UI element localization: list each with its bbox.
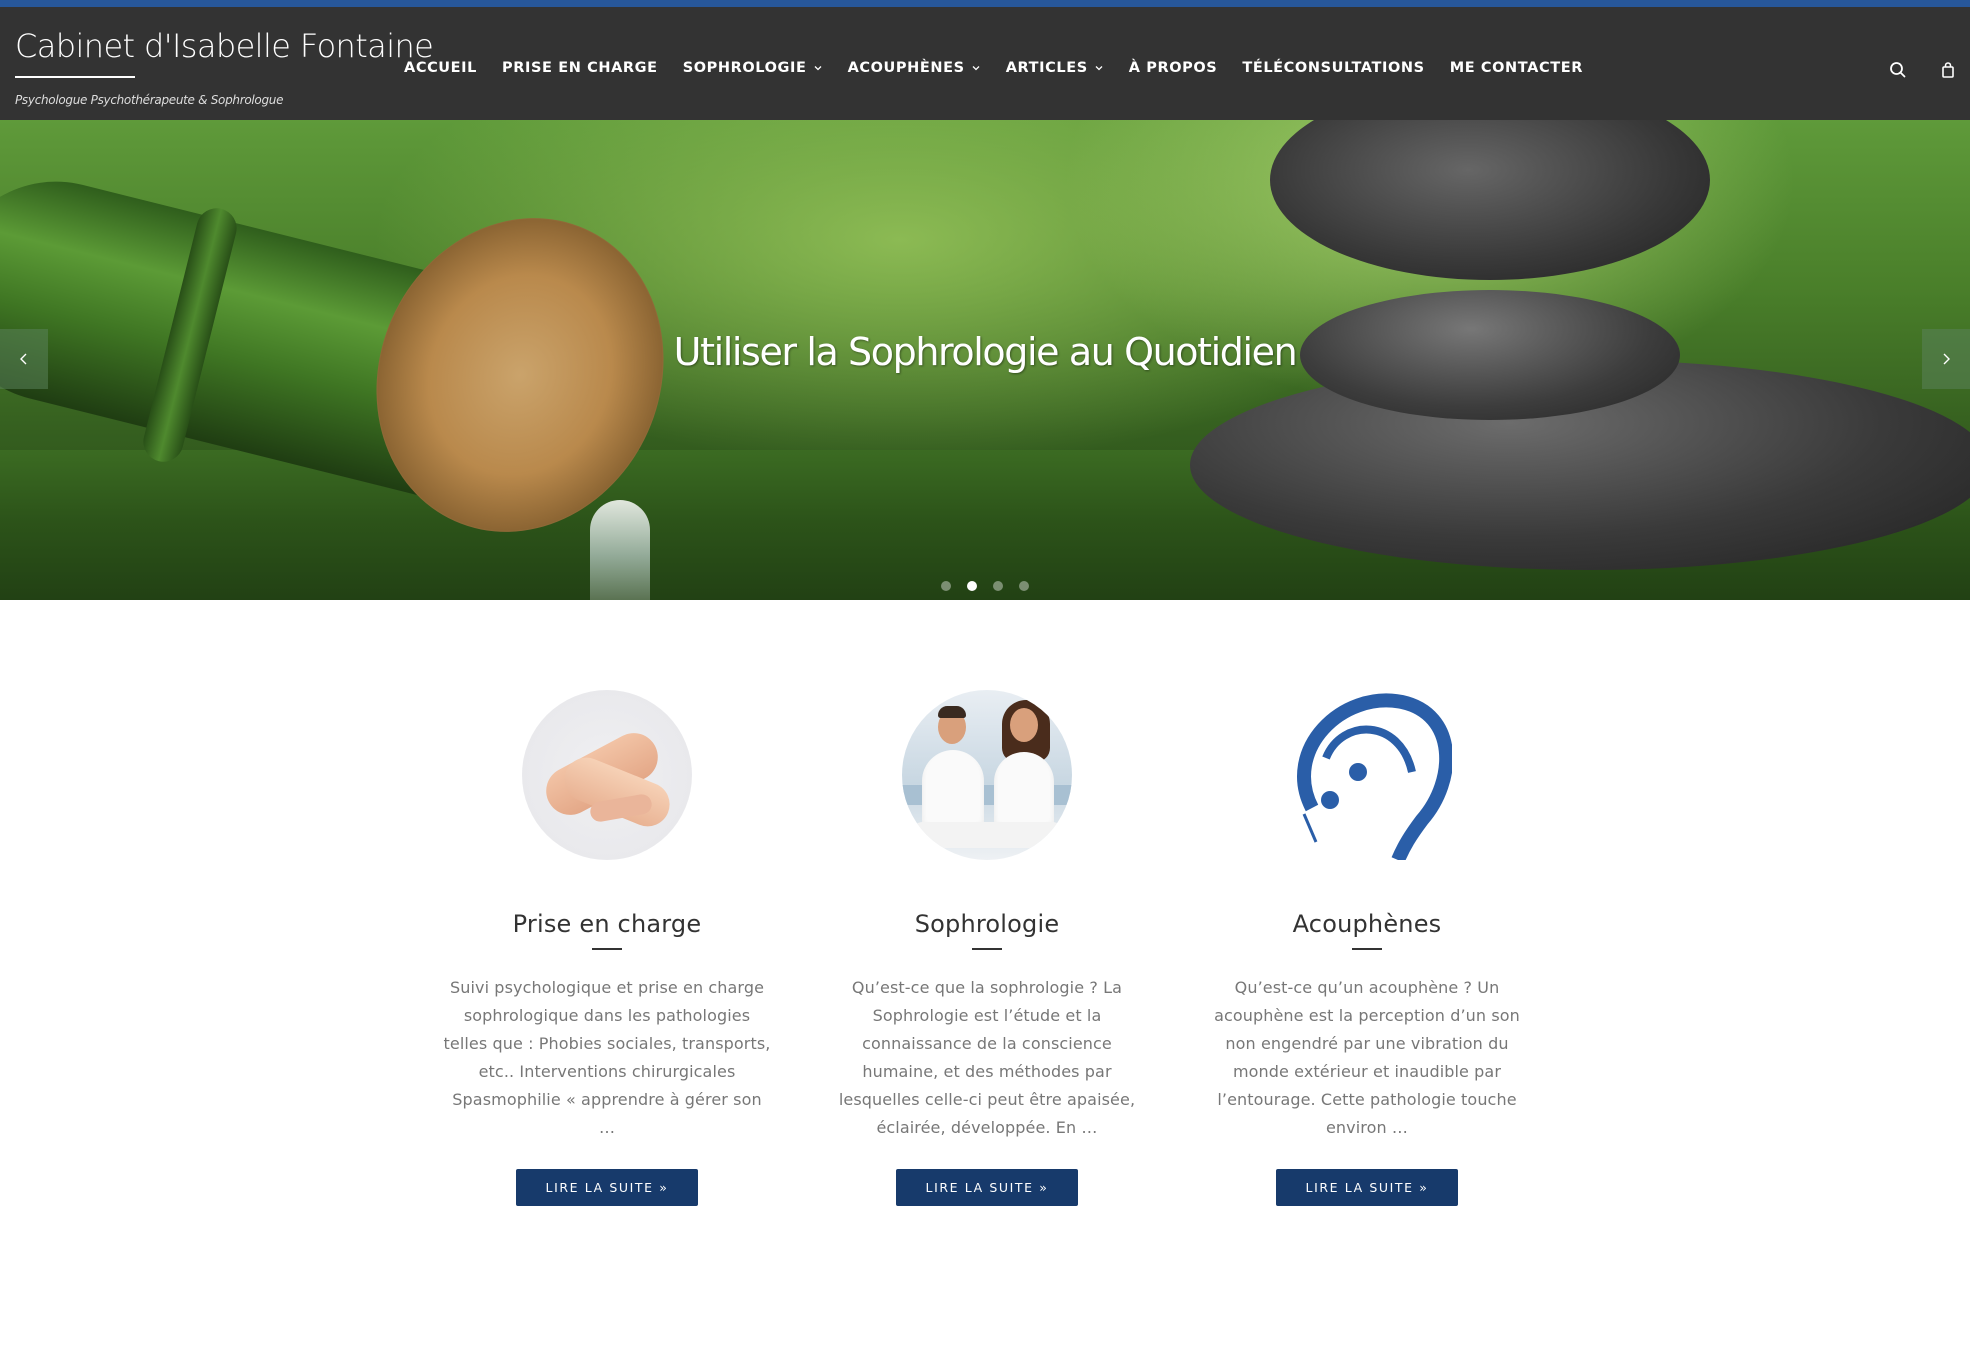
nav-item-label: ACOUPHÈNES [847,60,965,76]
nav-item-teleconsultations[interactable]: TÉLÉCONSULTATIONS [1242,60,1424,76]
person-shape [994,752,1054,830]
feature-text: Qu’est-ce que la sophrologie ? La Sophro… [838,978,1136,1137]
nav-item-label: SOPHROLOGIE [682,60,807,76]
nav-item-articles[interactable]: ARTICLES [1006,60,1104,76]
legs-shape [910,822,1065,848]
nav-item-sophrologie[interactable]: SOPHROLOGIE [683,60,823,76]
ear-logo-icon[interactable] [1282,690,1452,860]
hero-caption[interactable]: Utiliser la Sophrologie au Quotidien [0,330,1970,374]
feature-title-underline [1352,948,1382,950]
site-title[interactable]: Cabinet d'Isabelle Fontaine [15,27,434,65]
nav-item-accueil[interactable]: ACCUEIL [404,60,477,76]
slider-dot-active[interactable] [967,581,977,591]
chevron-down-icon [1094,63,1104,73]
feature-acouphenes: Acouphènes Qu’est-ce qu’un acouphène ? U… [1202,690,1532,1206]
title-underline [15,76,135,78]
feature-title[interactable]: Prise en charge [442,910,772,938]
slider-dot[interactable] [941,581,951,591]
slider-dot[interactable] [1019,581,1029,591]
feature-text: Qu’est-ce qu’un acouphène ? Un acouphène… [1214,978,1520,1137]
shopping-bag-icon[interactable] [1938,60,1958,80]
chevron-left-icon [17,352,31,366]
nav-item-label: ACCUEIL [404,60,478,76]
hero-stone [1270,120,1710,280]
chevron-down-icon [813,63,823,73]
feature-sophrologie: Sophrologie Qu’est-ce que la sophrologie… [822,690,1152,1206]
nav-item-label: ME CONTACTER [1449,60,1583,76]
chevron-right-icon [1939,352,1953,366]
nav-item-acouphenes[interactable]: ACOUPHÈNES [848,60,981,76]
feature-title-underline [592,948,622,950]
feature-title[interactable]: Sophrologie [822,910,1152,938]
main-nav: ACCUEIL PRISE EN CHARGE SOPHROLOGIE ACOU… [404,53,1608,83]
nav-item-me-contacter[interactable]: ME CONTACTER [1450,60,1583,76]
nav-item-a-propos[interactable]: À PROPOS [1129,60,1218,76]
header-accent-line [0,0,1970,7]
person-shape [922,750,984,830]
feature-text: Suivi psychologique et prise en charge s… [443,978,771,1137]
hero-slider: Utiliser la Sophrologie au Quotidien [0,120,1970,600]
feature-title-underline [972,948,1002,950]
nav-item-label: PRISE EN CHARGE [502,60,658,76]
read-more-button[interactable]: LIRE LA SUITE » [1276,1169,1458,1206]
meditation-couple-image[interactable] [902,690,1072,860]
head-shape [1010,708,1038,742]
slider-dots [0,581,1970,591]
search-icon[interactable] [1888,60,1908,80]
nav-item-prise-en-charge[interactable]: PRISE EN CHARGE [502,60,658,76]
holding-hands-image[interactable] [522,690,692,860]
read-more-button[interactable]: LIRE LA SUITE » [896,1169,1078,1206]
slider-next-button[interactable] [1922,329,1970,389]
hair-shape [938,706,966,718]
slider-dot[interactable] [993,581,1003,591]
chevron-down-icon [971,63,981,73]
nav-item-label: ARTICLES [1005,60,1088,76]
read-more-button[interactable]: LIRE LA SUITE » [516,1169,698,1206]
slider-prev-button[interactable] [0,329,48,389]
feature-prise-en-charge: Prise en charge Suivi psychologique et p… [442,690,772,1206]
site-tagline: Psychologue Psychothérapeute & Sophrolog… [15,93,284,107]
site-header: Cabinet d'Isabelle Fontaine Psychologue … [0,7,1970,120]
nav-item-label: À PROPOS [1128,60,1218,76]
nav-item-label: TÉLÉCONSULTATIONS [1242,60,1425,76]
feature-title[interactable]: Acouphènes [1202,910,1532,938]
